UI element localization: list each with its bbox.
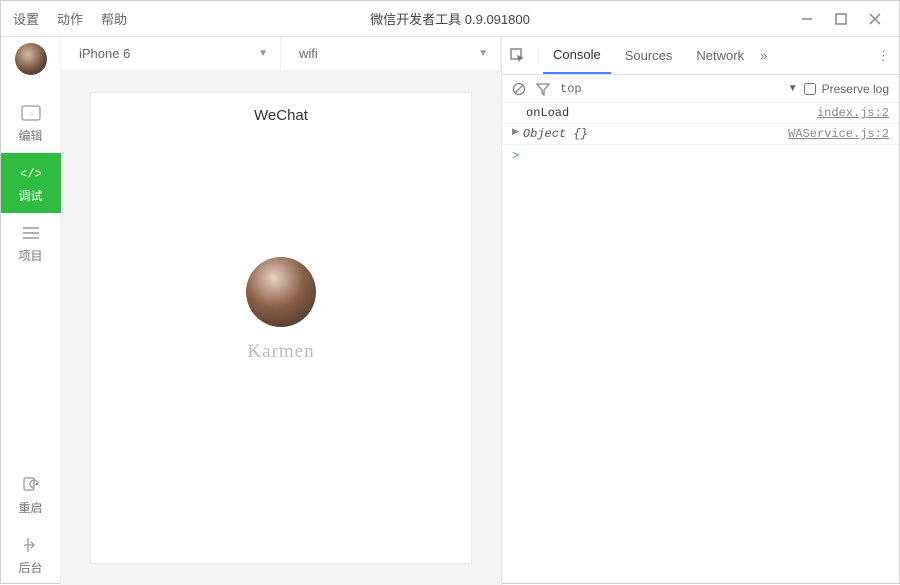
preserve-log-checkbox[interactable] (804, 83, 816, 95)
title-bar: 设置 动作 帮助 微信开发者工具 0.9.091800 (1, 1, 899, 37)
log-source-link[interactable]: WAService.js:2 (788, 127, 889, 141)
network-dropdown[interactable]: wifi ▼ (281, 37, 501, 70)
left-sidebar: ○ 编辑 </> 调试 项目 重启 后台 (1, 37, 61, 585)
devtools-menu-icon[interactable]: ⋮ (877, 48, 891, 64)
sidebar-item-label: 项目 (18, 247, 42, 264)
window-title: 微信开发者工具 0.9.091800 (370, 9, 530, 28)
simulator-column: iPhone 6 ▼ wifi ▼ WeChat Karmen (61, 37, 501, 585)
chevron-down-icon: ▼ (258, 48, 268, 59)
phone-title: WeChat (91, 93, 471, 137)
svg-text:○: ○ (28, 111, 32, 119)
username: Karmen (247, 341, 314, 363)
log-message: onLoad (526, 106, 817, 120)
project-icon (21, 223, 41, 243)
debug-icon: </> (21, 163, 41, 183)
restart-icon (21, 475, 41, 495)
menu-actions[interactable]: 动作 (57, 9, 83, 28)
menu: 设置 动作 帮助 (13, 9, 127, 28)
chevron-down-icon[interactable]: ▼ (788, 83, 798, 94)
inspect-icon[interactable] (510, 48, 539, 64)
devtools-panel: Console Sources Network » ⋮ top ▼ Preser… (501, 37, 899, 585)
console-log-area: onLoad index.js:2 ▶ Object {} WAService.… (502, 103, 899, 167)
device-dropdown[interactable]: iPhone 6 ▼ (61, 37, 281, 70)
device-bar: iPhone 6 ▼ wifi ▼ (61, 37, 501, 71)
context-selector[interactable]: top (560, 82, 582, 96)
network-label: wifi (299, 46, 318, 61)
console-prompt[interactable]: > (502, 145, 899, 167)
edit-icon: ○ (21, 103, 41, 123)
close-icon[interactable] (863, 7, 887, 31)
chevron-down-icon: ▼ (478, 48, 488, 59)
tab-sources[interactable]: Sources (615, 37, 683, 74)
devtools-tabs: Console Sources Network » ⋮ (502, 37, 899, 75)
sidebar-item-debug[interactable]: </> 调试 (1, 153, 61, 213)
console-toolbar: top ▼ Preserve log (502, 75, 899, 103)
phone-body: Karmen (91, 137, 471, 363)
preserve-log-label: Preserve log (822, 82, 889, 96)
window-controls (795, 7, 887, 31)
maximize-icon[interactable] (829, 7, 853, 31)
sidebar-item-edit[interactable]: ○ 编辑 (1, 93, 61, 153)
menu-help[interactable]: 帮助 (101, 9, 127, 28)
log-line: ▶ Object {} WAService.js:2 (502, 124, 899, 145)
sidebar-item-background[interactable]: 后台 (1, 525, 61, 585)
menu-settings[interactable]: 设置 (13, 9, 39, 28)
log-source-link[interactable]: index.js:2 (817, 106, 889, 120)
tabs-overflow-icon[interactable]: » (760, 48, 767, 63)
log-message: Object {} (523, 127, 788, 141)
sidebar-item-restart[interactable]: 重启 (1, 465, 61, 525)
clear-console-icon[interactable] (512, 82, 526, 96)
sidebar-item-label: 后台 (18, 559, 42, 576)
background-icon (21, 535, 41, 555)
filter-icon[interactable] (536, 82, 550, 96)
sidebar-item-label: 编辑 (18, 127, 42, 144)
phone-stage: WeChat Karmen (61, 71, 501, 585)
phone-canvas: WeChat Karmen (91, 93, 471, 563)
tab-network[interactable]: Network (686, 37, 754, 74)
svg-text:</>: </> (21, 166, 41, 180)
user-avatar[interactable] (246, 257, 316, 327)
sidebar-item-label: 调试 (18, 187, 42, 204)
sidebar-item-label: 重启 (18, 499, 42, 516)
expand-icon[interactable]: ▶ (512, 127, 519, 141)
device-label: iPhone 6 (79, 46, 130, 61)
tab-console[interactable]: Console (543, 37, 611, 74)
minimize-icon[interactable] (795, 7, 819, 31)
sidebar-item-project[interactable]: 项目 (1, 213, 61, 273)
avatar[interactable] (15, 43, 47, 75)
log-line: onLoad index.js:2 (502, 103, 899, 124)
